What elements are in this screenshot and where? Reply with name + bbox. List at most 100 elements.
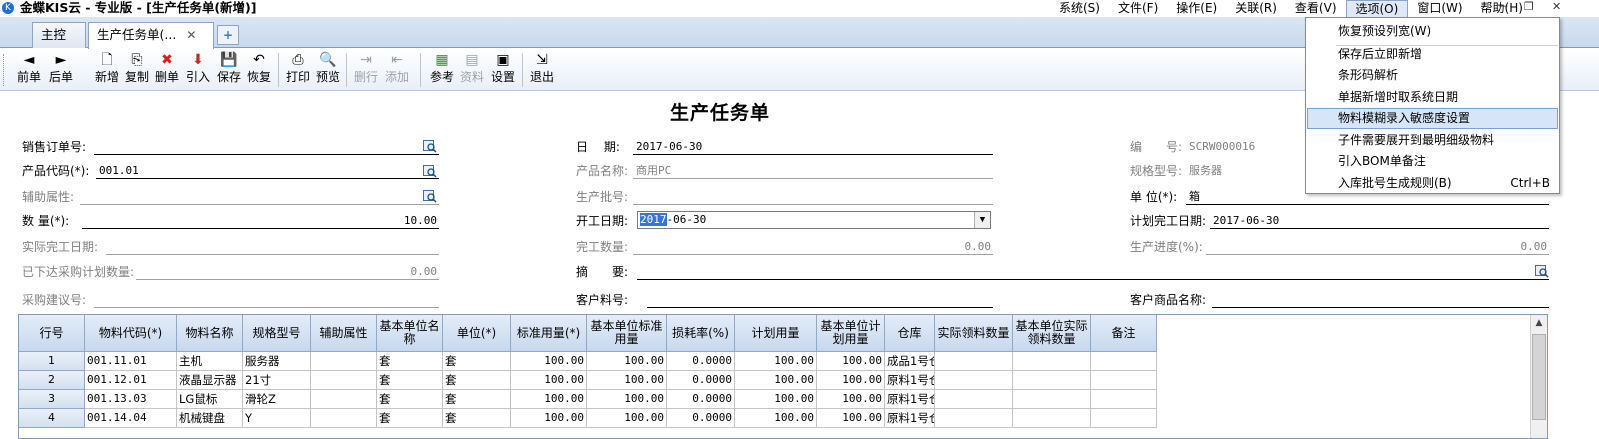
menu-item-import-bom-remark[interactable]: 引入BOM单备注 [1307, 151, 1558, 172]
menu-item-system-date[interactable]: 单据新增时取系统日期 [1307, 87, 1558, 108]
cell-material-name[interactable]: 机械键盘 [177, 409, 243, 428]
quantity-field[interactable]: 10.00 [82, 213, 439, 229]
tab-production-order[interactable]: 生产任务单(... ✕ [88, 22, 214, 49]
lookup-icon[interactable] [423, 140, 437, 153]
cell-base-std-qty[interactable]: 100.00 [587, 390, 667, 409]
lookup-icon[interactable] [1535, 265, 1549, 278]
cell-loss-rate[interactable]: 0.0000 [667, 390, 735, 409]
materials-button[interactable]: ▤ 资料 [457, 51, 487, 89]
tab-console[interactable]: 主控台 [32, 22, 86, 66]
cell-base-plan-qty[interactable]: 100.00 [817, 371, 885, 390]
cell-unit[interactable]: 套 [443, 409, 511, 428]
col-header[interactable]: 计划用量 [735, 315, 817, 352]
issued-purchase-qty-field[interactable]: 0.00 [136, 264, 439, 280]
cell-base-plan-qty[interactable]: 100.00 [817, 409, 885, 428]
cell-aux[interactable] [311, 371, 377, 390]
menu-item-new-after-save[interactable]: 保存后立即新增 [1307, 44, 1558, 65]
cell-base-unit[interactable]: 套 [377, 352, 443, 371]
toolbar-grip[interactable] [3, 54, 6, 86]
cell-plan-qty[interactable]: 100.00 [735, 371, 817, 390]
import-button[interactable]: ⬇ 引入 [183, 51, 213, 89]
col-header[interactable]: 物料名称 [177, 315, 243, 352]
exit-button[interactable]: ⇲ 退出 [527, 51, 557, 89]
menu-file[interactable]: 文件(F) [1109, 0, 1167, 17]
menu-item-expand-bom[interactable]: 子件需要展开到最明细级物料 [1307, 130, 1558, 151]
cell-base-actual-qty[interactable] [1013, 371, 1091, 390]
product-code-field[interactable]: 001.01 [96, 163, 439, 179]
cell-material-name[interactable]: 主机 [177, 352, 243, 371]
close-icon[interactable]: ✕ [1552, 0, 1561, 14]
add-row-button[interactable]: ⇤ 添加 [382, 51, 412, 89]
table-row[interactable]: 3 001.13.03 LG鼠标 滑轮Z 套 套 100.00 100.00 0… [19, 390, 1157, 409]
cell-loss-rate[interactable]: 0.0000 [667, 352, 735, 371]
cell-base-unit[interactable]: 套 [377, 371, 443, 390]
cell-material-code[interactable]: 001.12.01 [85, 371, 177, 390]
cell-aux[interactable] [311, 409, 377, 428]
col-header[interactable]: 行号 [19, 315, 85, 352]
cell-spec[interactable]: 服务器 [243, 352, 311, 371]
row-number[interactable]: 3 [19, 390, 85, 409]
preview-button[interactable]: 🔍 预览 [313, 51, 343, 89]
col-header[interactable]: 基本单位计划用量 [817, 315, 885, 352]
cell-spec[interactable]: 滑轮Z [243, 390, 311, 409]
cell-remark[interactable] [1091, 409, 1157, 428]
sales-order-no-field[interactable] [94, 139, 439, 155]
grid-vertical-scrollbar[interactable]: ▲ [1530, 315, 1547, 438]
cell-warehouse[interactable]: 成品1号仓 [885, 352, 935, 371]
cell-material-code[interactable]: 001.14.04 [85, 409, 177, 428]
dropdown-arrow-icon[interactable]: ▼ [974, 212, 990, 228]
cell-std-qty[interactable]: 100.00 [511, 409, 587, 428]
cell-warehouse[interactable]: 原料1号仓 [885, 390, 935, 409]
prev-order-button[interactable]: ◄ 前单 [14, 51, 44, 89]
cell-unit[interactable]: 套 [443, 390, 511, 409]
cell-base-std-qty[interactable]: 100.00 [587, 371, 667, 390]
cell-warehouse[interactable]: 原料1号仓 [885, 371, 935, 390]
tab-close-icon[interactable]: ✕ [186, 28, 196, 42]
col-header[interactable]: 备注 [1091, 315, 1157, 352]
date-field[interactable]: 2017-06-30 [633, 139, 993, 155]
cell-base-unit[interactable]: 套 [377, 409, 443, 428]
cell-base-plan-qty[interactable]: 100.00 [817, 390, 885, 409]
cell-base-std-qty[interactable]: 100.00 [587, 409, 667, 428]
cell-material-name[interactable]: 液晶显示器 [177, 371, 243, 390]
cell-spec[interactable]: 21寸 [243, 371, 311, 390]
cell-unit[interactable]: 套 [443, 371, 511, 390]
cell-plan-qty[interactable]: 100.00 [735, 390, 817, 409]
table-row[interactable]: 1 001.11.01 主机 服务器 套 套 100.00 100.00 0.0… [19, 352, 1157, 371]
restore-icon[interactable]: ❐ [1524, 0, 1534, 14]
restore-button[interactable]: ↶ 恢复 [244, 51, 274, 89]
cell-base-actual-qty[interactable] [1013, 409, 1091, 428]
batch-no-field[interactable] [633, 189, 993, 205]
menu-operation[interactable]: 操作(E) [1167, 0, 1226, 17]
cell-std-qty[interactable]: 100.00 [511, 371, 587, 390]
cell-base-unit[interactable]: 套 [377, 390, 443, 409]
col-header[interactable]: 仓库 [885, 315, 935, 352]
next-order-button[interactable]: ► 后单 [46, 51, 76, 89]
start-date-picker[interactable]: 2017-06-30 ▼ [637, 211, 991, 229]
summary-field[interactable] [637, 264, 1549, 280]
table-row[interactable]: 2 001.12.01 液晶显示器 21寸 套 套 100.00 100.00 … [19, 371, 1157, 390]
col-header[interactable]: 基本单位实际领料数量 [1013, 315, 1091, 352]
menu-relation[interactable]: 关联(R) [1226, 0, 1286, 17]
cell-plan-qty[interactable]: 100.00 [735, 409, 817, 428]
menu-window[interactable]: 窗口(W) [1408, 0, 1471, 17]
customer-material-no-field[interactable] [647, 292, 993, 308]
cell-aux[interactable] [311, 352, 377, 371]
col-header[interactable]: 基本单位标准用量 [587, 315, 667, 352]
customer-product-name-field[interactable] [1212, 292, 1549, 308]
scroll-thumb[interactable] [1532, 334, 1546, 420]
col-header[interactable]: 物料代码(*) [85, 315, 177, 352]
col-header[interactable]: 单位(*) [443, 315, 511, 352]
delete-order-button[interactable]: ✖ 删单 [152, 51, 182, 89]
cell-unit[interactable]: 套 [443, 352, 511, 371]
cell-std-qty[interactable]: 100.00 [511, 390, 587, 409]
col-header[interactable]: 辅助属性 [311, 315, 377, 352]
cell-actual-qty[interactable] [935, 371, 1013, 390]
cell-base-actual-qty[interactable] [1013, 390, 1091, 409]
aux-attr-field[interactable] [80, 189, 439, 205]
cell-actual-qty[interactable] [935, 390, 1013, 409]
menu-system[interactable]: 系统(S) [1050, 0, 1109, 17]
menu-view[interactable]: 查看(V) [1286, 0, 1346, 17]
actual-finish-date-field[interactable] [106, 239, 439, 255]
cell-remark[interactable] [1091, 352, 1157, 371]
